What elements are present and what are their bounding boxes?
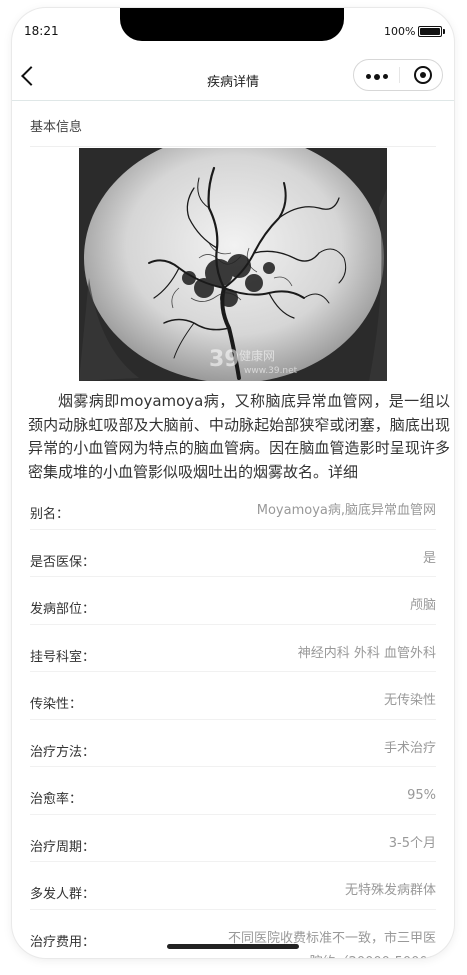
section-title: 基本信息 bbox=[30, 120, 83, 135]
info-row-cure-rate: 治愈率： 95% bbox=[30, 767, 436, 815]
info-value: 神经内科 外科 血管外科 bbox=[297, 645, 436, 661]
home-indicator[interactable] bbox=[167, 944, 299, 949]
info-value: 无特殊发病群体 bbox=[344, 883, 436, 898]
info-value: Moyamoya病,脑底异常血管网 bbox=[256, 503, 436, 518]
battery-percent: 100% bbox=[384, 25, 416, 38]
info-label: 发病部位： bbox=[30, 602, 96, 617]
info-list: 别名： Moyamoya病,脑底异常血管网 是否医保： 是 发病部位： 颅脑 挂… bbox=[30, 482, 436, 959]
svg-text:www.39.net: www.39.net bbox=[244, 366, 298, 376]
navbar: 疾病详情 bbox=[12, 52, 454, 101]
info-label: 传染性： bbox=[30, 697, 83, 712]
info-row-cost: 治疗费用： 不同医院收费标准不一致，市三甲医院约（20000-50000 bbox=[30, 910, 436, 959]
notch bbox=[120, 8, 344, 41]
info-value: 颅脑 bbox=[409, 598, 436, 613]
info-label: 治愈率： bbox=[30, 792, 83, 807]
info-value: 3-5个月 bbox=[388, 835, 436, 851]
info-label: 多发人群： bbox=[30, 887, 96, 902]
info-label: 治疗周期： bbox=[30, 839, 96, 855]
more-dots-icon[interactable] bbox=[366, 73, 388, 80]
section-divider bbox=[30, 146, 436, 147]
info-row-population: 多发人群： 无特殊发病群体 bbox=[30, 862, 436, 910]
info-row-treatment: 治疗方法： 手术治疗 bbox=[30, 720, 436, 767]
angiogram-image: 39 健康网 www.39.net bbox=[79, 148, 387, 381]
info-value: 是 bbox=[422, 550, 436, 566]
info-label: 治疗方法： bbox=[30, 744, 96, 760]
capsule-divider bbox=[399, 67, 400, 83]
battery-icon bbox=[418, 26, 445, 37]
info-row-department: 挂号科室： 神经内科 外科 血管外科 bbox=[30, 625, 436, 672]
info-label: 别名： bbox=[30, 507, 70, 522]
info-label: 挂号科室： bbox=[30, 649, 96, 665]
miniprogram-capsule bbox=[353, 59, 443, 91]
info-label: 是否医保： bbox=[30, 554, 96, 570]
svg-text:39: 39 bbox=[209, 347, 240, 372]
info-label: 治疗费用： bbox=[30, 934, 96, 950]
status-time: 18:21 bbox=[24, 24, 59, 38]
info-value: 无传染性 bbox=[383, 693, 436, 708]
info-row-body-part: 发病部位： 颅脑 bbox=[30, 577, 436, 625]
info-row-insurance: 是否医保： 是 bbox=[30, 530, 436, 577]
info-value: 手术治疗 bbox=[383, 740, 436, 756]
disease-description: 烟雾病即moyamoya病，又称脑底异常血管网，是一组以颈内动脉虹吸部及大脑前、… bbox=[28, 392, 450, 481]
info-row-treatment-period: 治疗周期： 3-5个月 bbox=[30, 815, 436, 862]
info-row-alias: 别名： Moyamoya病,脑底异常血管网 bbox=[30, 482, 436, 530]
phone-frame: 18:21 100% 疾病详情 基本信息 39 健康网 www.39.net 烟… bbox=[12, 8, 454, 958]
close-target-icon[interactable] bbox=[414, 66, 432, 84]
info-value: 95% bbox=[407, 788, 436, 803]
svg-text:健康网: 健康网 bbox=[239, 348, 275, 363]
info-row-contagious: 传染性： 无传染性 bbox=[30, 672, 436, 720]
info-value: 不同医院收费标准不一致，市三甲医院约（20000-50000 bbox=[227, 930, 436, 959]
